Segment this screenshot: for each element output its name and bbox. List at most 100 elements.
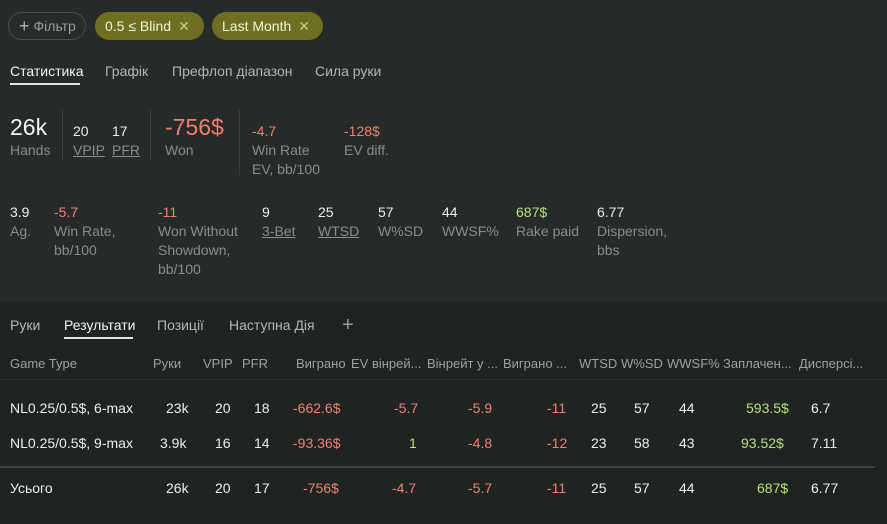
cell-wwsf: 44 (679, 480, 695, 496)
vpip-label[interactable]: VPIP (73, 141, 105, 160)
cell-winrate: -5.7 (468, 480, 493, 496)
cell-won-wo-sd: -12 (547, 435, 568, 451)
column-header-winrate[interactable]: Вінрейт у ... (427, 356, 498, 371)
cell-won: -756$ (303, 480, 339, 496)
column-header-wsd[interactable]: W%SD (621, 356, 663, 371)
cell-wwsf: 44 (679, 400, 695, 416)
cell-dispersion: 7.11 (811, 435, 838, 451)
cell-vpip: 16 (215, 435, 231, 451)
dispersion-value: 6.77 (597, 204, 625, 220)
cell-rake: 93.52$ (741, 435, 784, 451)
cell-winrate: -5.9 (468, 400, 493, 416)
add-filter-button[interactable]: + Фільтр (8, 12, 86, 40)
wsd-value: 57 (378, 204, 394, 220)
column-header-won[interactable]: Виграно (296, 356, 346, 371)
winrate-ev-value: -4.7 (252, 123, 277, 139)
cell-hands: 23k (166, 400, 189, 416)
divider (62, 110, 63, 160)
cell-total-label: Усього (10, 480, 53, 496)
header-divider (0, 379, 887, 380)
column-header-won-wo-sd[interactable]: Виграно ... (503, 356, 567, 371)
won-label: Won (165, 142, 194, 158)
total-divider (0, 466, 875, 468)
cell-rake: 593.5$ (746, 400, 789, 416)
tab-preflop-range[interactable]: Префлоп діапазон (172, 63, 292, 79)
cell-ev-winrate: -5.7 (394, 400, 419, 416)
column-header-wtsd[interactable]: WTSD (579, 356, 617, 371)
subtab-hands[interactable]: Руки (10, 317, 40, 333)
won-without-showdown-label: Won Without Showdown, bb/100 (158, 223, 238, 277)
cell-wsd: 58 (634, 435, 650, 451)
cell-hands: 26k (166, 480, 189, 496)
tab-active-underline (10, 83, 80, 85)
wwsf-value: 44 (442, 204, 458, 220)
hands-value: 26k (10, 114, 48, 140)
column-header-ev-winrate[interactable]: EV вінрей... (351, 356, 421, 371)
cell-ev-winrate: -4.7 (392, 480, 417, 496)
cell-game-type: NL0.25/0.5$, 9-max (10, 435, 133, 451)
plus-icon: + (19, 16, 30, 36)
rake-paid-label: Rake paid (516, 223, 580, 239)
column-header-rake[interactable]: Заплачен... (723, 356, 792, 371)
subtab-positions[interactable]: Позиції (157, 317, 204, 333)
add-tab-icon[interactable]: + (342, 315, 354, 335)
vpip-value: 20 (73, 123, 89, 139)
cell-wwsf: 43 (679, 435, 695, 451)
pfr-label[interactable]: PFR (112, 141, 140, 160)
subtab-results[interactable]: Результати (64, 317, 136, 333)
cell-wtsd: 23 (591, 435, 607, 451)
three-bet-label[interactable]: 3-Bet (262, 222, 295, 241)
filter-chip-label: 0.5 ≤ Blind (105, 18, 172, 34)
divider (239, 110, 240, 175)
winrate-value: -5.7 (54, 204, 79, 220)
tab-graph[interactable]: Графік (105, 63, 148, 79)
cell-hands: 3.9k (160, 435, 187, 451)
cell-dispersion: 6.7 (811, 400, 831, 416)
tab-statistics[interactable]: Статистика (10, 63, 84, 79)
cell-pfr: 17 (254, 480, 270, 496)
cell-won: -93.36$ (293, 435, 341, 451)
ev-diff-value: -128$ (344, 123, 380, 139)
cell-game-type: NL0.25/0.5$, 6-max (10, 400, 133, 416)
column-header-hands[interactable]: Руки (153, 356, 181, 371)
cell-wtsd: 25 (591, 480, 607, 496)
subtab-active-underline (64, 337, 133, 339)
column-header-vpip[interactable]: VPIP (203, 356, 233, 371)
cell-pfr: 14 (254, 435, 270, 451)
close-icon[interactable]: ✕ (298, 18, 310, 35)
dispersion-label: Dispersion, bbs (597, 223, 668, 258)
wsd-label: W%SD (378, 223, 424, 239)
column-header-wwsf[interactable]: WWSF% (667, 356, 720, 371)
filter-chip-period[interactable]: Last Month ✕ (212, 12, 323, 40)
cell-wsd: 57 (634, 400, 650, 416)
column-header-pfr[interactable]: PFR (242, 356, 268, 371)
tab-hand-strength[interactable]: Сила руки (315, 63, 381, 79)
cell-won: -662.6$ (293, 400, 341, 416)
column-header-dispersion[interactable]: Дисперсі... (799, 356, 863, 371)
add-filter-label: Фільтр (33, 18, 76, 34)
cell-won-wo-sd: -11 (547, 480, 567, 496)
hands-label: Hands (10, 142, 51, 158)
won-value: -756$ (165, 114, 224, 140)
wwsf-label: WWSF% (442, 223, 499, 239)
ag-label: Ag. (10, 223, 32, 239)
pfr-value: 17 (112, 123, 128, 139)
wtsd-value: 25 (318, 204, 334, 220)
cell-dispersion: 6.77 (811, 480, 839, 496)
winrate-ev-label: Win Rate EV, bb/100 (252, 142, 320, 177)
winrate-label: Win Rate, bb/100 (54, 223, 116, 258)
column-header-game-type[interactable]: Game Type (10, 356, 77, 371)
filter-chip-label: Last Month (222, 18, 292, 34)
won-without-showdown-value: -11 (158, 204, 178, 220)
wtsd-label[interactable]: WTSD (318, 222, 359, 241)
cell-rake: 687$ (757, 480, 789, 496)
cell-wtsd: 25 (591, 400, 607, 416)
cell-wsd: 57 (634, 480, 650, 496)
close-icon[interactable]: ✕ (178, 18, 190, 35)
subtab-next-action[interactable]: Наступна Дія (229, 317, 315, 333)
rake-paid-value: 687$ (516, 204, 548, 220)
cell-pfr: 18 (254, 400, 270, 416)
cell-vpip: 20 (215, 480, 231, 496)
cell-winrate: -4.8 (468, 435, 493, 451)
filter-chip-blind[interactable]: 0.5 ≤ Blind ✕ (95, 12, 204, 40)
